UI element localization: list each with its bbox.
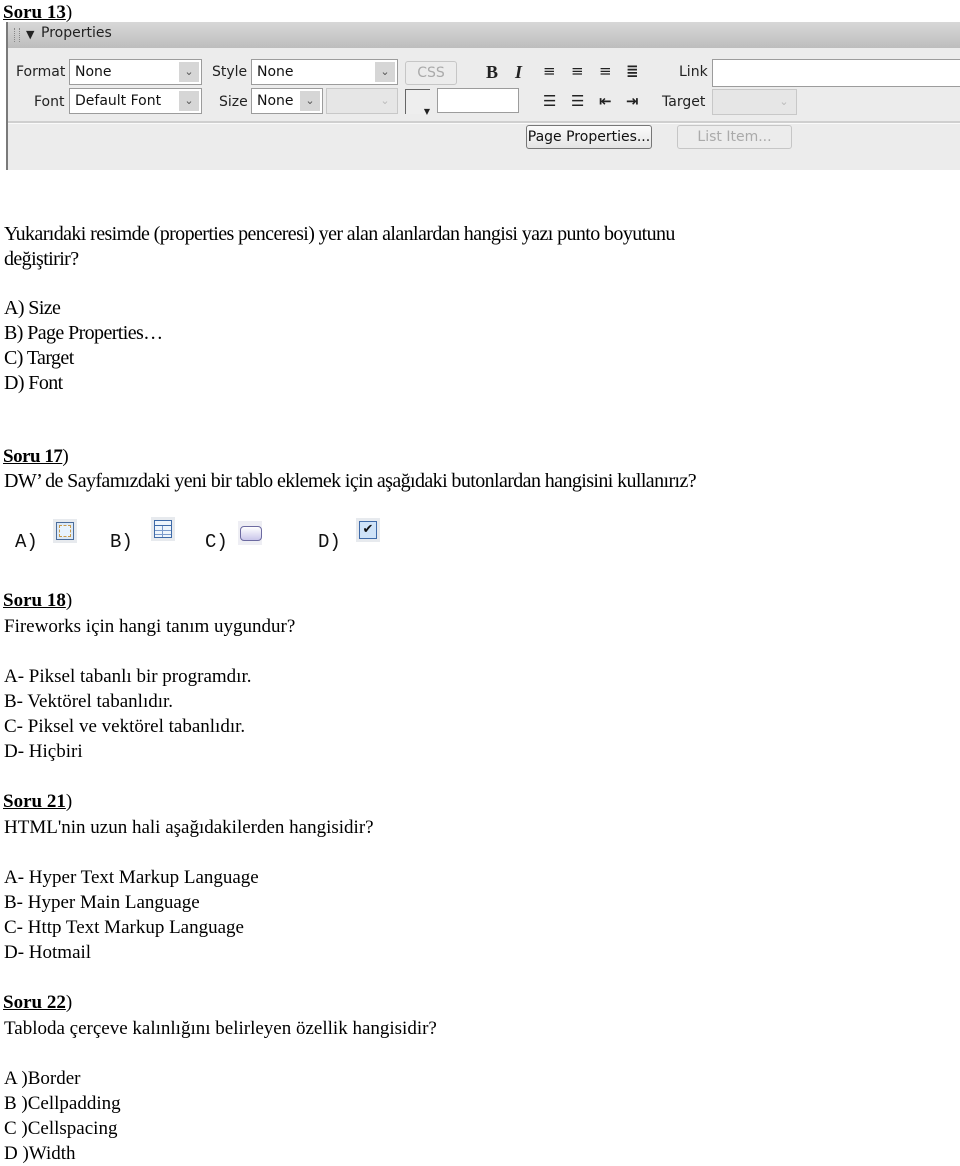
question-13-heading: Soru 13) xyxy=(3,2,72,24)
heading-paren: ) xyxy=(65,992,73,1013)
chevron-down-icon: ⌄ xyxy=(375,62,395,82)
align-right-icon[interactable]: ≡ xyxy=(599,62,612,80)
chevron-down-icon: ⌄ xyxy=(774,92,794,112)
chevron-down-icon: ⌄ xyxy=(179,91,199,111)
unordered-list-icon[interactable]: ☰ xyxy=(543,92,556,110)
question-21-option-d: D- Hotmail xyxy=(4,942,92,963)
question-22-option-b: B )Cellpadding xyxy=(4,1093,121,1114)
style-select[interactable]: None ⌄ xyxy=(251,59,398,85)
size-unit-select[interactable]: ⌄ xyxy=(326,88,398,114)
caret-down-icon: ▼ xyxy=(423,107,430,116)
target-label: Target xyxy=(662,94,706,110)
color-picker-swatch[interactable]: ▼ xyxy=(405,89,430,116)
question-21-option-b: B- Hyper Main Language xyxy=(4,892,200,913)
link-input[interactable] xyxy=(712,59,960,87)
color-hex-input[interactable] xyxy=(437,88,519,113)
align-left-icon[interactable]: ≡ xyxy=(543,62,556,80)
checkbox-icon[interactable]: ✔ xyxy=(356,518,380,542)
question-number: Soru 17 xyxy=(3,446,63,467)
question-13-option-d: D) Font xyxy=(4,372,63,394)
question-17-option-c-label: C) xyxy=(205,531,228,553)
format-value: None xyxy=(75,64,112,80)
font-value: Default Font xyxy=(75,93,162,109)
question-17-option-b-label: B) xyxy=(110,531,133,553)
question-number: Soru 13 xyxy=(3,2,66,23)
question-17-text: DW’ de Sayfamızdaki yeni bir tablo eklem… xyxy=(4,470,697,492)
style-value: None xyxy=(257,64,294,80)
question-22-option-d: D )Width xyxy=(4,1143,76,1164)
font-label: Font xyxy=(34,94,65,110)
question-18-text: Fireworks için hangi tanım uygundur? xyxy=(4,616,296,637)
question-number: Soru 21 xyxy=(3,791,66,812)
layer-div-icon[interactable] xyxy=(53,519,77,543)
css-button[interactable]: CSS xyxy=(405,61,457,85)
size-select[interactable]: None ⌄ xyxy=(251,88,323,114)
question-13-text-line-2: değiştirir? xyxy=(4,248,79,270)
size-label: Size xyxy=(219,94,248,110)
heading-paren: ) xyxy=(65,590,73,611)
chevron-down-icon: ⌄ xyxy=(179,62,199,82)
question-13-option-a: A) Size xyxy=(4,297,61,319)
question-17-heading: Soru 17) xyxy=(3,446,69,468)
indent-icon[interactable]: ⇥ xyxy=(626,92,639,110)
question-18-option-a: A- Piksel tabanlı bir programdır. xyxy=(4,666,252,687)
bold-icon[interactable]: B xyxy=(486,62,498,83)
format-label: Format xyxy=(16,64,66,80)
style-label: Style xyxy=(212,64,248,80)
question-18-option-c: C- Piksel ve vektörel tabanlıdır. xyxy=(4,716,246,737)
question-number: Soru 18 xyxy=(3,590,66,611)
question-21-option-c: C- Http Text Markup Language xyxy=(4,917,244,938)
align-center-icon[interactable]: ≡ xyxy=(571,62,584,80)
question-22-text: Tabloda çerçeve kalınlığını belirleyen ö… xyxy=(4,1018,437,1039)
panel-divider xyxy=(8,121,960,124)
font-select[interactable]: Default Font ⌄ xyxy=(69,88,202,114)
question-13-text-line-1: Yukarıdaki resimde (properties penceresi… xyxy=(4,223,675,245)
question-13-option-c: C) Target xyxy=(4,347,74,369)
properties-titlebar[interactable]: ▼ Properties xyxy=(8,22,960,48)
italic-icon[interactable]: I xyxy=(515,62,522,83)
question-17-option-a-label: A) xyxy=(15,531,38,553)
properties-panel: ▼ Properties Format None ⌄ Style None ⌄ … xyxy=(6,22,960,170)
question-number: Soru 22 xyxy=(3,992,66,1013)
format-select[interactable]: None ⌄ xyxy=(69,59,202,85)
question-17-option-d-label: D) xyxy=(318,531,341,553)
table-icon[interactable] xyxy=(151,517,175,541)
chevron-down-icon: ⌄ xyxy=(375,91,395,111)
target-select[interactable]: ⌄ xyxy=(712,89,797,115)
panel-title: Properties xyxy=(41,25,112,41)
list-item-button[interactable]: List Item... xyxy=(677,125,792,149)
grip-handle-icon[interactable] xyxy=(14,28,20,42)
question-22-heading: Soru 22) xyxy=(3,992,72,1014)
heading-paren: ) xyxy=(65,2,73,23)
question-21-text: HTML'nin uzun hali aşağıdakilerden hangi… xyxy=(4,817,374,838)
question-18-heading: Soru 18) xyxy=(3,590,72,612)
collapse-triangle-icon[interactable]: ▼ xyxy=(26,28,34,41)
question-21-heading: Soru 21) xyxy=(3,791,72,813)
heading-paren: ) xyxy=(65,791,73,812)
size-value: None xyxy=(257,93,294,109)
question-22-option-c: C )Cellspacing xyxy=(4,1118,118,1139)
outdent-icon[interactable]: ⇤ xyxy=(599,92,612,110)
question-18-option-d: D- Hiçbiri xyxy=(4,741,83,762)
heading-paren: ) xyxy=(62,446,69,467)
question-22-option-a: A )Border xyxy=(4,1068,81,1089)
question-21-option-a: A- Hyper Text Markup Language xyxy=(4,867,259,888)
link-label: Link xyxy=(679,64,708,80)
question-13-option-b: B) Page Properties… xyxy=(4,322,163,344)
page-properties-button[interactable]: Page Properties... xyxy=(526,125,652,149)
button-icon[interactable] xyxy=(238,521,262,545)
question-18-option-b: B- Vektörel tabanlıdır. xyxy=(4,691,174,712)
justify-icon[interactable]: ≣ xyxy=(626,62,639,80)
ordered-list-icon[interactable]: ☰ xyxy=(571,92,584,110)
chevron-down-icon: ⌄ xyxy=(300,91,320,111)
